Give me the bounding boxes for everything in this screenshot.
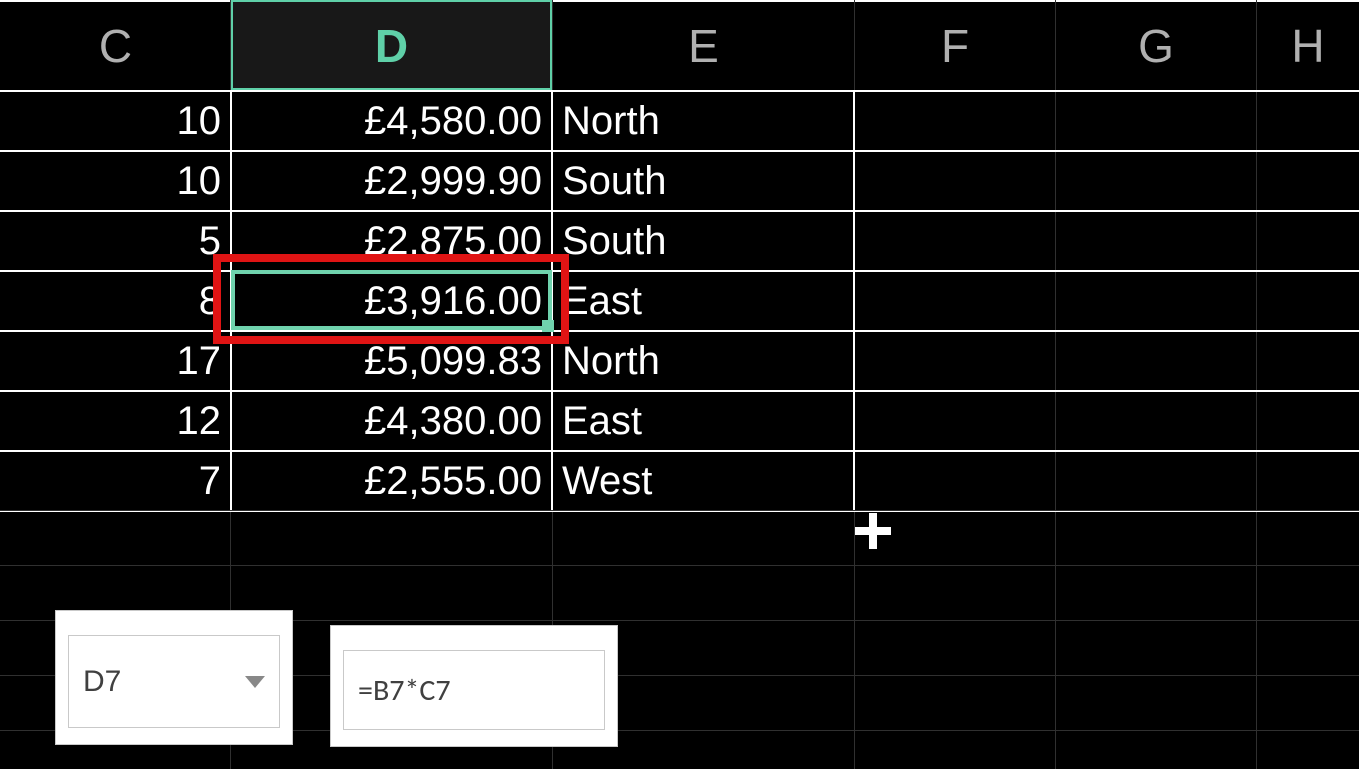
cell-e[interactable]: North <box>552 92 854 150</box>
col-header-g[interactable]: G <box>1055 0 1256 90</box>
table-row[interactable]: 10 £2,999.90 South <box>0 150 1359 210</box>
col-header-g-label: G <box>1138 19 1174 73</box>
gridline-v-strong <box>853 90 855 510</box>
cell-e[interactable]: East <box>552 392 854 450</box>
table-row[interactable] <box>0 510 1359 565</box>
cell-e[interactable]: South <box>552 152 854 210</box>
cell-d[interactable]: £4,580.00 <box>231 92 552 150</box>
cell-d[interactable]: £2,999.90 <box>231 152 552 210</box>
cell-e[interactable]: East <box>552 272 854 330</box>
formula-bar[interactable]: =B7*C7 <box>330 625 618 747</box>
chevron-down-icon[interactable] <box>245 676 265 688</box>
column-headers: C D E F G H <box>0 0 1359 90</box>
col-header-h-label: H <box>1291 19 1324 73</box>
col-header-d[interactable]: D <box>231 0 552 90</box>
col-header-f-label: F <box>941 19 969 73</box>
table-row[interactable]: 17 £5,099.83 North <box>0 330 1359 390</box>
col-header-e-label: E <box>688 19 719 73</box>
annotation-highlight <box>213 254 569 344</box>
cell-c[interactable]: 10 <box>0 152 231 210</box>
cell-e[interactable]: South <box>552 212 854 270</box>
col-header-f[interactable]: F <box>854 0 1055 90</box>
table-row[interactable]: 12 £4,380.00 East <box>0 390 1359 450</box>
cell-c[interactable]: 17 <box>0 332 231 390</box>
col-header-d-label: D <box>375 19 408 73</box>
cell-c[interactable]: 12 <box>0 392 231 450</box>
table-row[interactable]: 10 £4,580.00 North <box>0 90 1359 150</box>
formula-bar-value: =B7*C7 <box>358 672 451 709</box>
name-box[interactable]: D7 <box>55 610 293 745</box>
table-row[interactable]: 5 £2,875.00 South <box>0 210 1359 270</box>
table-row[interactable]: 8 £3,916.00 East <box>0 270 1359 330</box>
col-header-h[interactable]: H <box>1256 0 1359 90</box>
col-header-c[interactable]: C <box>0 0 231 90</box>
cell-c[interactable]: 10 <box>0 92 231 150</box>
cell-e[interactable]: West <box>552 452 854 510</box>
cell-d[interactable]: £2,555.00 <box>231 452 552 510</box>
name-box-value: D7 <box>83 665 121 699</box>
cell-d[interactable]: £4,380.00 <box>231 392 552 450</box>
cell-c[interactable]: 8 <box>0 272 231 330</box>
col-header-e[interactable]: E <box>552 0 854 90</box>
col-header-c-label: C <box>99 19 132 73</box>
cell-c[interactable]: 7 <box>0 452 231 510</box>
cell-e[interactable]: North <box>552 332 854 390</box>
table-row[interactable]: 7 £2,555.00 West <box>0 450 1359 510</box>
cursor-crosshair-icon <box>855 513 891 549</box>
cell-c[interactable]: 5 <box>0 212 231 270</box>
